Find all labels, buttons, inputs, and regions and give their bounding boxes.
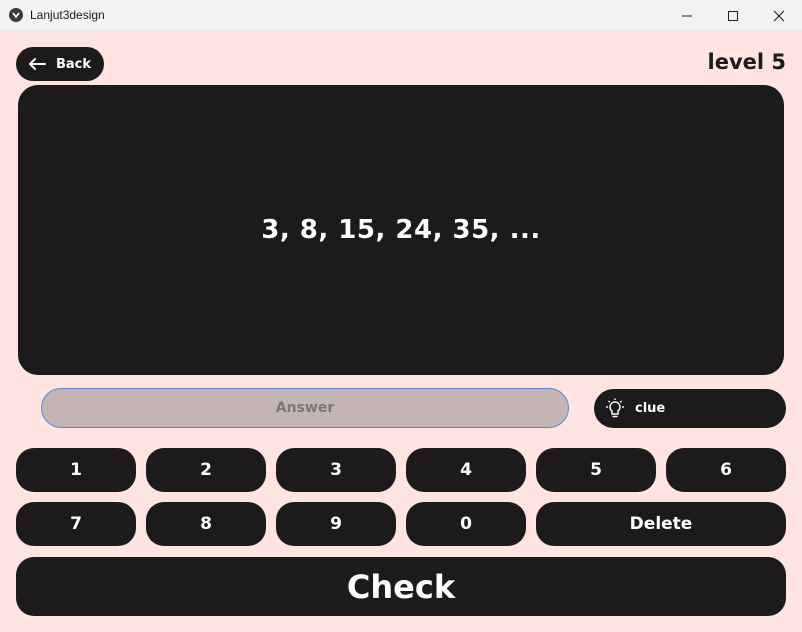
minimize-button[interactable] — [664, 0, 710, 31]
key-3[interactable]: 3 — [276, 448, 396, 492]
lightbulb-icon — [606, 398, 624, 417]
key-7[interactable]: 7 — [16, 502, 136, 546]
close-icon — [773, 10, 785, 21]
minimize-icon — [682, 15, 692, 16]
app-logo-icon — [9, 8, 23, 22]
question-panel: 3, 8, 15, 24, 35, ... — [18, 85, 784, 375]
level-label: level 5 — [707, 50, 787, 74]
back-button[interactable]: Back — [16, 47, 104, 81]
key-8[interactable]: 8 — [146, 502, 266, 546]
maximize-icon — [728, 10, 738, 21]
key-4[interactable]: 4 — [406, 448, 526, 492]
key-6[interactable]: 6 — [666, 448, 786, 492]
question-text: 3, 8, 15, 24, 35, ... — [261, 215, 541, 245]
close-button[interactable] — [756, 0, 802, 31]
key-0[interactable]: 0 — [406, 502, 526, 546]
clue-button[interactable]: clue — [594, 389, 786, 428]
back-button-label: Back — [56, 56, 92, 72]
answer-input[interactable] — [41, 388, 569, 428]
clue-button-label: clue — [635, 401, 666, 416]
maximize-button[interactable] — [710, 0, 756, 31]
key-2[interactable]: 2 — [146, 448, 266, 492]
window-title: Lanjut3design — [30, 8, 105, 22]
arrow-left-icon — [29, 58, 46, 70]
key-1[interactable]: 1 — [16, 448, 136, 492]
check-button[interactable]: Check — [16, 557, 786, 616]
key-9[interactable]: 9 — [276, 502, 396, 546]
window-titlebar: Lanjut3design — [0, 0, 802, 31]
delete-button[interactable]: Delete — [536, 502, 786, 546]
key-5[interactable]: 5 — [536, 448, 656, 492]
